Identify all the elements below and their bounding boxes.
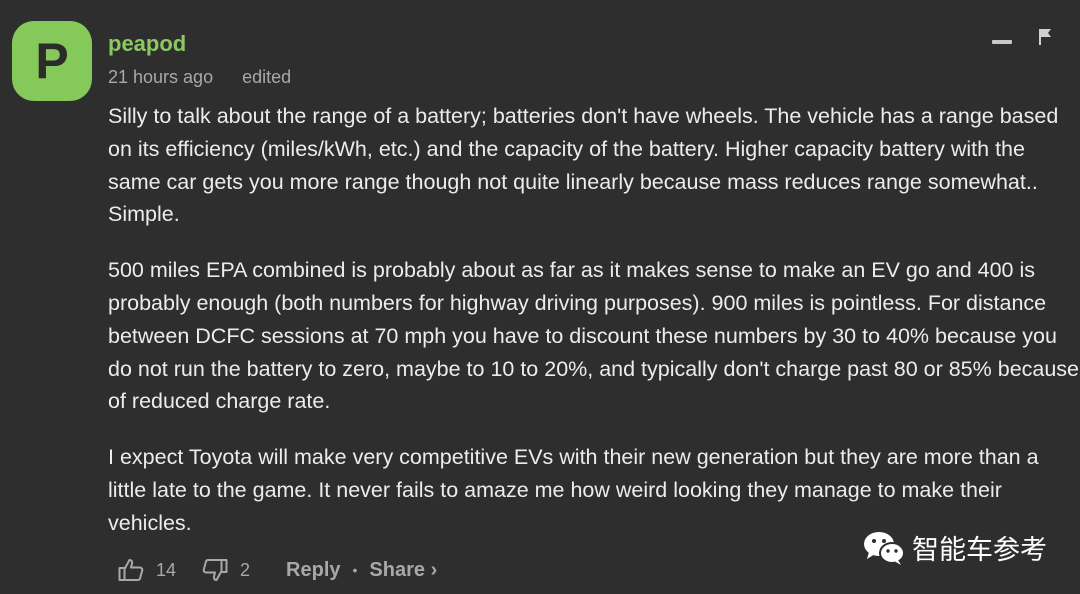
watermark-text: 智能车参考	[912, 535, 1047, 566]
dislike-group: 2	[202, 558, 250, 582]
comment: P peapod 21 hours ago edited Silly to ta…	[0, 0, 1080, 594]
thumbs-up-icon[interactable]	[118, 558, 144, 582]
comment-top-actions	[992, 28, 1052, 46]
comment-body: Silly to talk about the range of a batte…	[108, 100, 1080, 563]
like-count: 14	[156, 559, 177, 580]
watermark: 智能车参考	[862, 528, 1047, 567]
avatar-letter: P	[35, 33, 69, 89]
avatar[interactable]: P	[12, 21, 92, 101]
timestamp[interactable]: 21 hours ago	[108, 67, 213, 87]
dislike-count: 2	[240, 559, 251, 580]
edited-label: edited	[242, 67, 292, 87]
comment-paragraph: I expect Toyota will make very competiti…	[108, 445, 1039, 535]
username[interactable]: peapod	[108, 31, 186, 57]
separator-dot: •	[352, 562, 358, 578]
comment-footer: 14 2 Reply • Share ›	[118, 556, 437, 584]
comment-meta: 21 hours ago edited	[108, 66, 291, 88]
comment-paragraph: Silly to talk about the range of a batte…	[108, 104, 1059, 227]
minimize-icon[interactable]	[992, 40, 1012, 44]
share-button[interactable]: Share ›	[369, 559, 437, 582]
wechat-icon	[862, 530, 906, 566]
reply-button[interactable]: Reply	[286, 559, 340, 582]
flag-icon[interactable]	[1038, 28, 1052, 46]
thumbs-down-icon[interactable]	[202, 558, 228, 582]
comment-paragraph: 500 miles EPA combined is probably about…	[108, 258, 1080, 414]
